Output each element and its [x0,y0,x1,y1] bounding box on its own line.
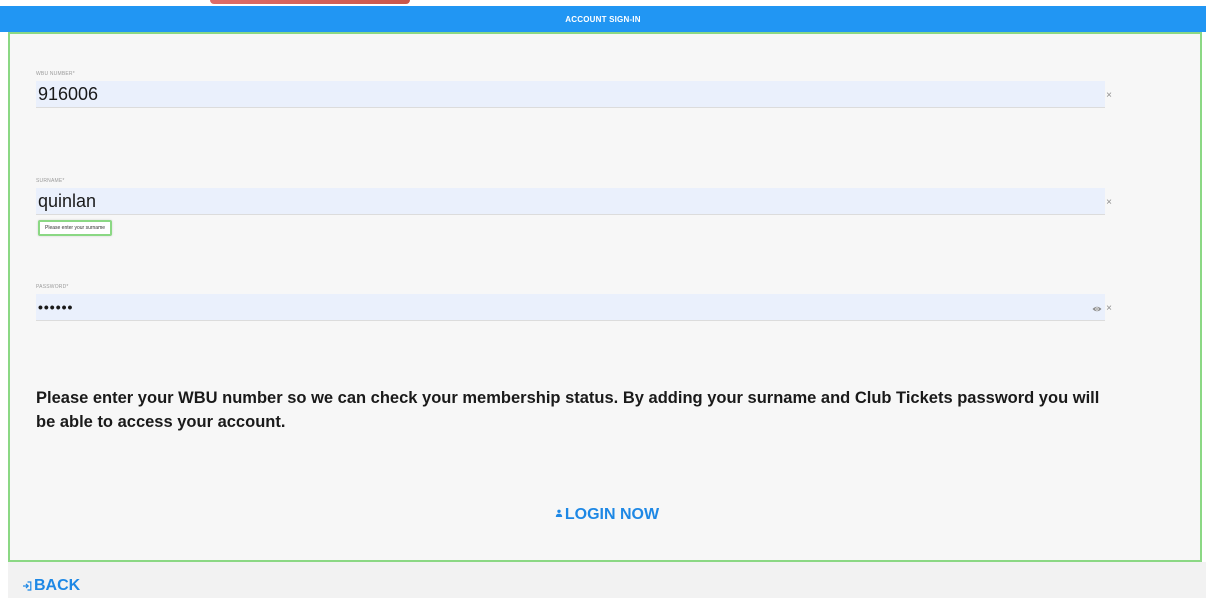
wbu-clear-icon[interactable]: × [1104,91,1114,101]
sign-in-icon [23,581,32,591]
password-label: PASSWORD* [36,284,69,290]
wbu-number-field-box [36,81,1105,108]
clipped-banner-fragment [210,0,410,4]
password-masked-value[interactable]: •••••• [38,294,73,321]
sign-in-page: ACCOUNT SIGN-IN WBU NUMBER* × SURNAME* ×… [0,0,1206,598]
info-text: Please enter your WBU number so we can c… [36,389,1100,431]
wbu-number-label: WBU NUMBER* [36,71,75,77]
footer-bar: BACK [8,562,1206,598]
login-now-label: LOGIN NOW [564,506,660,523]
back-button[interactable]: BACK [22,577,80,595]
back-label: BACK [34,577,81,594]
password-clear-icon[interactable]: × [1104,304,1114,314]
user-icon [555,509,563,517]
eye-icon[interactable] [1092,304,1102,314]
surname-validation-tooltip: Please enter your surname [38,220,113,236]
surname-label: SURNAME* [36,178,65,184]
sign-in-panel: WBU NUMBER* × SURNAME* × Please enter yo… [8,32,1202,562]
login-now-button[interactable]: LOGIN NOW [10,506,1204,524]
surname-input[interactable] [36,188,1105,214]
header-bar: ACCOUNT SIGN-IN [0,6,1206,32]
header-title: ACCOUNT SIGN-IN [565,14,641,24]
wbu-number-input[interactable] [36,81,1105,107]
surname-clear-icon[interactable]: × [1104,198,1114,208]
surname-field-box [36,188,1105,215]
password-field-box[interactable]: •••••• [36,294,1105,321]
